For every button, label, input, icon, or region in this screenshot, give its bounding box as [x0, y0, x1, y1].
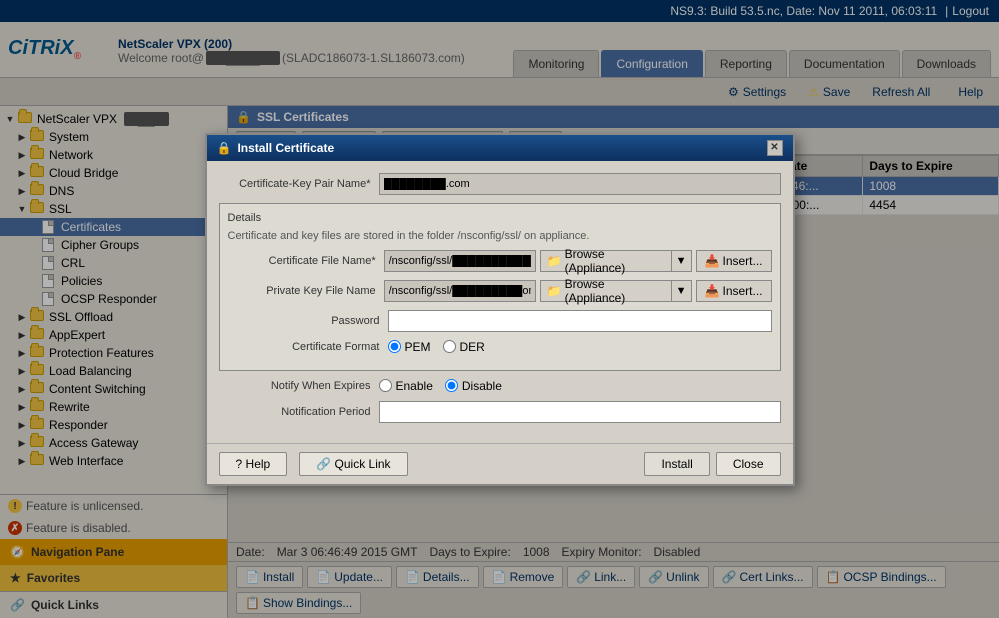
modal-overlay: 🔒 Install Certificate ✕ Certificate-Key …: [0, 0, 999, 618]
cert-file-label: Certificate File Name*: [228, 255, 384, 267]
cert-key-pair-row: Certificate-Key Pair Name*: [219, 173, 781, 195]
notify-enable-input[interactable]: [379, 379, 392, 392]
pem-radio-input[interactable]: [388, 340, 401, 353]
quick-link-btn[interactable]: 🔗 Quick Link: [299, 452, 407, 476]
notify-disable-radio[interactable]: Disable: [445, 379, 502, 393]
cert-file-input[interactable]: [384, 250, 536, 272]
modal-footer: ? Help 🔗 Quick Link Install Close: [207, 443, 793, 484]
modal-close-btn[interactable]: Close: [716, 452, 781, 476]
browse-icon: 📁: [547, 254, 562, 268]
modal-install-btn[interactable]: Install: [644, 452, 709, 476]
notify-label: Notify When Expires: [219, 380, 379, 392]
cert-insert-btn[interactable]: 📥 Insert...: [696, 250, 772, 272]
details-group: Details Certificate and key files are st…: [219, 203, 781, 371]
key-browse-appliance-btn[interactable]: 📁 Browse (Appliance): [540, 280, 671, 302]
modal-body: Certificate-Key Pair Name* Details Certi…: [207, 161, 793, 443]
modal-footer-left: ? Help 🔗 Quick Link: [219, 452, 408, 476]
help-icon: ?: [236, 457, 243, 471]
insert-icon: 📥: [705, 254, 720, 268]
notify-enable-radio[interactable]: Enable: [379, 379, 433, 393]
cert-format-label: Certificate Format: [228, 341, 388, 353]
password-row: Password: [228, 310, 772, 332]
notification-period-input[interactable]: [379, 401, 781, 423]
quick-link-icon: 🔗: [316, 457, 331, 471]
modal-title: Install Certificate: [237, 141, 334, 155]
insert-icon: 📥: [705, 284, 720, 298]
key-file-label: Private Key File Name: [228, 285, 384, 297]
notify-row: Notify When Expires Enable Disable: [219, 379, 781, 393]
details-desc: Certificate and key files are stored in …: [228, 230, 772, 242]
der-radio[interactable]: DER: [443, 340, 485, 354]
notification-period-row: Notification Period: [219, 401, 781, 423]
key-browse-group: 📁 Browse (Appliance) ▼: [540, 280, 692, 302]
cert-format-radio-group: PEM DER: [388, 340, 485, 354]
notify-radio-group: Enable Disable: [379, 379, 502, 393]
key-browse-dropdown[interactable]: ▼: [671, 280, 692, 302]
notification-period-label: Notification Period: [219, 406, 379, 418]
details-title: Details: [228, 212, 772, 224]
cert-browse-appliance-btn[interactable]: 📁 Browse (Appliance): [540, 250, 671, 272]
modal-help-btn[interactable]: ? Help: [219, 452, 288, 476]
cert-browse-dropdown[interactable]: ▼: [671, 250, 692, 272]
modal-cert-icon: 🔒: [217, 141, 232, 155]
modal-titlebar: 🔒 Install Certificate ✕: [207, 135, 793, 161]
cert-file-row: Certificate File Name* 📁 Browse (Applian…: [228, 250, 772, 272]
pem-radio[interactable]: PEM: [388, 340, 431, 354]
cert-format-row: Certificate Format PEM DER: [228, 340, 772, 354]
der-radio-input[interactable]: [443, 340, 456, 353]
password-input[interactable]: [388, 310, 772, 332]
cert-browse-group: 📁 Browse (Appliance) ▼: [540, 250, 692, 272]
password-label: Password: [228, 315, 388, 327]
key-insert-btn[interactable]: 📥 Insert...: [696, 280, 772, 302]
modal-close-button[interactable]: ✕: [767, 140, 783, 156]
key-file-input[interactable]: [384, 280, 536, 302]
install-certificate-modal: 🔒 Install Certificate ✕ Certificate-Key …: [205, 133, 795, 486]
modal-footer-right: Install Close: [644, 452, 780, 476]
notify-disable-input[interactable]: [445, 379, 458, 392]
browse-icon: 📁: [547, 284, 562, 298]
key-file-row: Private Key File Name 📁 Browse (Applianc…: [228, 280, 772, 302]
cert-key-pair-label: Certificate-Key Pair Name*: [219, 178, 379, 190]
cert-key-pair-input[interactable]: [379, 173, 781, 195]
